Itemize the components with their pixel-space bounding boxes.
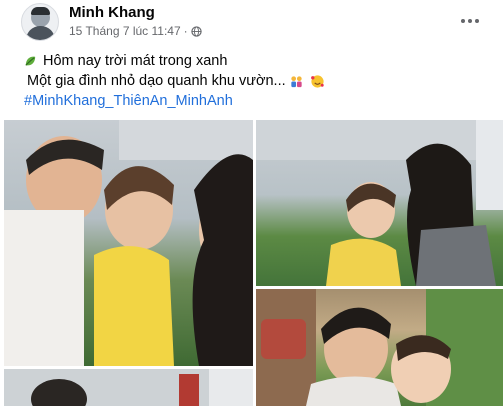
leaf-emoji-icon <box>25 56 36 66</box>
author-name[interactable]: Minh Khang <box>69 4 155 21</box>
more-options-icon[interactable] <box>457 8 483 34</box>
meta-separator: · <box>183 24 188 38</box>
post-text: Hôm nay trời mát trong xanh Một gia đình… <box>23 51 325 111</box>
post-meta: 15 Tháng 7 lúc 11:47 · <box>69 24 202 38</box>
photo-1-scene <box>4 120 253 366</box>
hashtag-link[interactable]: #MinhKhang_ThiênAn_MinhAnh <box>24 91 233 111</box>
avatar-hair <box>31 7 50 15</box>
photo-grid <box>0 118 503 406</box>
photo-4[interactable] <box>4 369 253 406</box>
globe-icon[interactable] <box>190 25 202 37</box>
post-line-1: Hôm nay trời mát trong xanh <box>23 51 325 71</box>
family-emoji-icon <box>291 75 302 87</box>
post-line-1-text: Hôm nay trời mát trong xanh <box>43 53 228 69</box>
photo-3-scene <box>256 289 503 406</box>
photo-3[interactable] <box>256 289 503 406</box>
photo-2-scene <box>256 120 503 286</box>
post-header: Minh Khang 15 Tháng 7 lúc 11:47 · <box>0 0 503 44</box>
post-line-2-text: Một gia đình nhỏ dạo quanh khu vườn... <box>27 73 286 89</box>
post-line-2: Một gia đình nhỏ dạo quanh khu vườn... <box>23 71 325 91</box>
photo-1[interactable] <box>4 120 253 366</box>
avatar-body <box>26 26 55 40</box>
post-timestamp[interactable]: 15 Tháng 7 lúc 11:47 <box>69 24 181 38</box>
post-line-3: #MinhKhang_ThiênAn_MinhAnh <box>23 91 325 111</box>
smiling-hearts-emoji-icon <box>310 74 324 88</box>
author-avatar[interactable] <box>21 3 59 41</box>
photo-2[interactable] <box>256 120 503 286</box>
photo-4-scene <box>4 369 253 406</box>
